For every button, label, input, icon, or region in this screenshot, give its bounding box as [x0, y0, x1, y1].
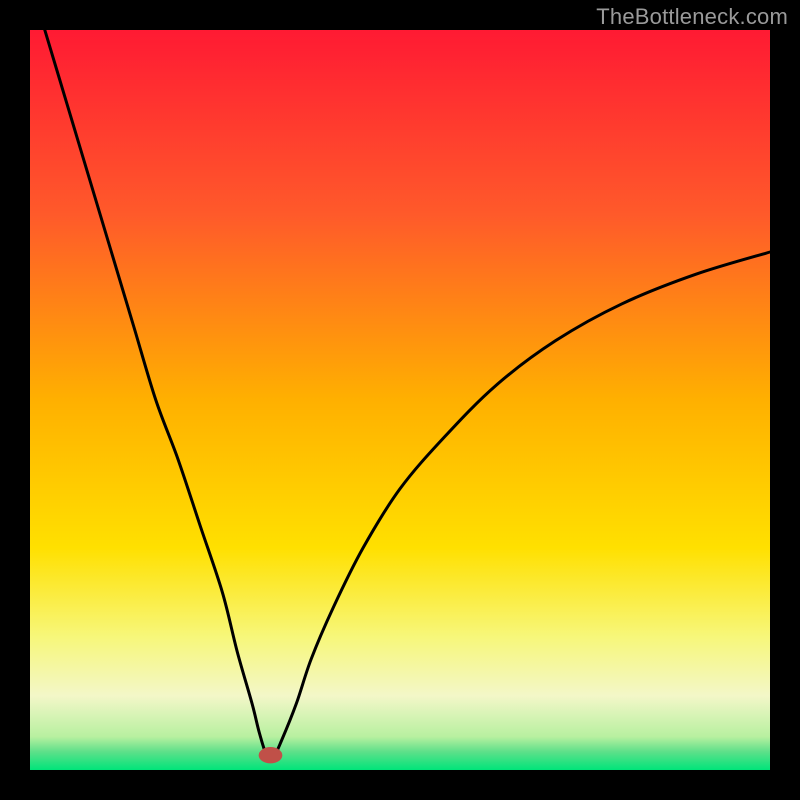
chart-frame: TheBottleneck.com	[0, 0, 800, 800]
minimum-marker	[259, 747, 283, 763]
plot-background	[30, 30, 770, 770]
chart-svg	[0, 0, 800, 800]
